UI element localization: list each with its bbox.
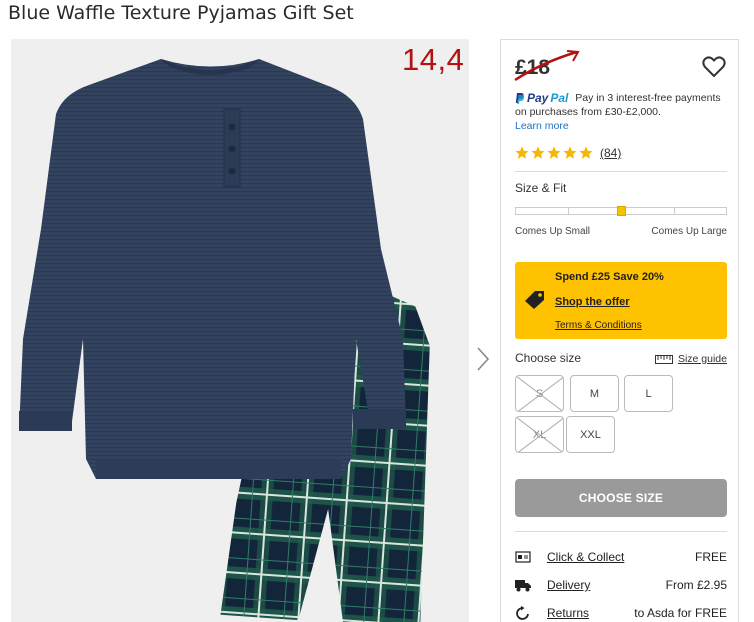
offer-banner: Spend £25 Save 20% Shop the offer Terms …: [515, 262, 727, 339]
return-icon: [516, 606, 529, 620]
fit-left-label: Comes Up Small: [515, 226, 591, 237]
delivery-label[interactable]: Delivery: [547, 578, 590, 592]
delivery-label[interactable]: Returns: [547, 606, 589, 620]
size-option-xl[interactable]: XL: [515, 416, 564, 453]
fit-marker: [616, 206, 626, 216]
unavailable-cross: [516, 376, 563, 411]
offer-title: Spend £25 Save 20%: [555, 271, 664, 283]
chevron-right-icon[interactable]: [474, 344, 492, 374]
delivery-value: FREE: [694, 550, 727, 564]
strike-through-mark: [514, 50, 580, 82]
purchase-panel: £18 Pay Pal Pay in 3 interest-free paymen…: [500, 39, 739, 622]
fit-scale-tick: [568, 208, 569, 214]
star-icon: [515, 146, 529, 159]
product-image[interactable]: [11, 39, 469, 622]
size-label: M: [589, 387, 600, 400]
size-option-m[interactable]: M: [570, 375, 619, 412]
delivery-option-click-collect: Click & Collect FREE: [515, 548, 727, 568]
delivery-label[interactable]: Click & Collect: [547, 550, 624, 564]
rating[interactable]: (84): [515, 144, 621, 162]
size-option-xxl[interactable]: XXL: [566, 416, 615, 453]
top-shape: [19, 59, 406, 479]
annotated-price: 14,4: [402, 42, 465, 77]
paypal-icon: [515, 93, 525, 105]
delivery-option-returns: Returns to Asda for FREE: [515, 604, 727, 622]
star-icon: [547, 146, 561, 159]
price-tag-icon: [525, 291, 544, 309]
divider: [515, 531, 727, 532]
fit-title: Size & Fit: [515, 181, 567, 195]
delivery-value: to Asda for FREE: [634, 606, 727, 620]
store-icon: [515, 551, 531, 563]
fit-scale: [515, 206, 727, 216]
size-label: XXL: [580, 428, 601, 441]
star-icon: [563, 146, 577, 159]
size-guide-label: Size guide: [677, 353, 727, 365]
shop-offer-link[interactable]: Shop the offer: [555, 296, 630, 308]
price-row: £18: [514, 50, 727, 84]
star-icon: [531, 146, 545, 159]
size-guide-link[interactable]: Size guide: [654, 353, 727, 365]
truck-icon: [515, 580, 531, 592]
size-option-s[interactable]: S: [515, 375, 564, 412]
paypal-message: Pay Pal Pay in 3 interest-free payments o…: [515, 91, 731, 133]
star-icon: [579, 146, 593, 159]
size-option-l[interactable]: L: [624, 375, 673, 412]
product-title: Blue Waffle Texture Pyjamas Gift Set: [8, 2, 354, 24]
offer-terms-link[interactable]: Terms & Conditions: [555, 320, 642, 331]
ruler-icon: [654, 354, 673, 364]
fit-scale-tick: [674, 208, 675, 214]
paypal-learn-more-link[interactable]: Learn more: [515, 119, 731, 133]
review-count-link[interactable]: (84): [600, 146, 621, 160]
fit-right-label: Comes Up Large: [651, 226, 727, 237]
choose-size-button[interactable]: CHOOSE SIZE: [515, 479, 727, 517]
unavailable-cross: [516, 417, 563, 452]
delivery-option-delivery: Delivery From £2.95: [515, 576, 727, 596]
size-label: L: [645, 387, 652, 400]
paypal-logo: Pay Pal: [515, 91, 568, 105]
paypal-brand-pay: Pay: [527, 91, 549, 106]
heart-icon[interactable]: [701, 54, 727, 80]
delivery-value: From £2.95: [665, 578, 727, 592]
divider: [515, 171, 727, 172]
pyjama-illustration: [19, 59, 430, 622]
choose-size-label: Choose size: [515, 351, 582, 365]
product-page: Blue Waffle Texture Pyjamas Gift Set 14,…: [0, 0, 754, 622]
paypal-brand-pal: Pal: [550, 91, 569, 106]
